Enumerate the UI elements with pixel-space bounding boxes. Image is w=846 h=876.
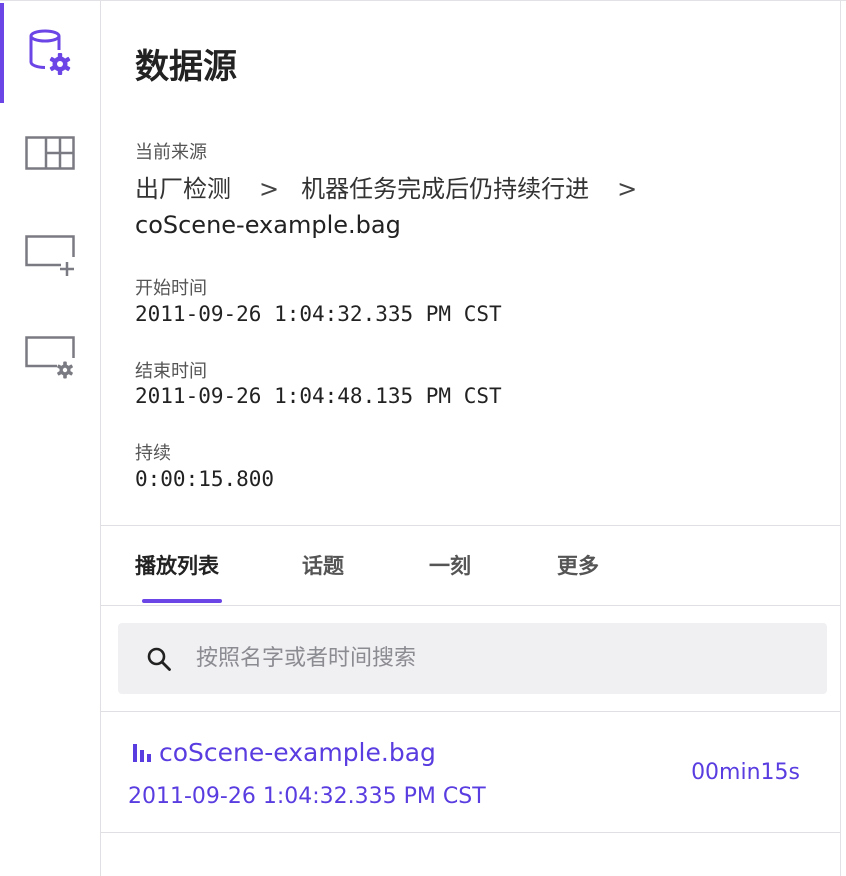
playlist-item-time: 2011-09-26 1:04:32.335 PM CST xyxy=(128,784,486,809)
search-icon xyxy=(147,647,171,671)
search-input[interactable] xyxy=(194,645,758,672)
tab-playlist[interactable]: 播放列表 xyxy=(135,550,219,580)
playlist-item-duration: 00min15s xyxy=(691,760,800,785)
start-time-value: 2011-09-26 1:04:32.335 PM CST xyxy=(135,302,502,326)
panel-settings-icon xyxy=(25,336,75,380)
breadcrumb: 出厂检测 > 机器任务完成后仍持续行进 > xyxy=(135,169,659,204)
current-source-label: 当前来源 xyxy=(135,142,207,163)
search-box xyxy=(118,623,827,694)
add-panel-icon xyxy=(25,235,75,277)
sidebar-rail xyxy=(0,1,101,876)
database-settings-icon xyxy=(26,28,74,78)
divider xyxy=(101,525,840,526)
rail-item-add-panel[interactable] xyxy=(0,206,100,306)
divider xyxy=(101,832,840,833)
bar-chart-icon xyxy=(133,743,151,762)
tab-moments[interactable]: 一刻 xyxy=(429,550,471,580)
rail-item-data-source[interactable] xyxy=(0,3,100,103)
chevron-right-icon: > xyxy=(617,175,638,203)
playlist-item-name: coScene-example.bag xyxy=(159,738,436,767)
breadcrumb-record[interactable]: 机器任务完成后仍持续行进 xyxy=(301,175,589,203)
tab-bar: 播放列表 话题 一刻 更多 xyxy=(101,528,840,604)
divider xyxy=(101,605,840,606)
layout-grid-icon xyxy=(25,136,75,170)
rail-item-panel-settings[interactable] xyxy=(0,308,100,408)
end-time-value: 2011-09-26 1:04:48.135 PM CST xyxy=(135,384,502,408)
playlist-item[interactable]: coScene-example.bag 2011-09-26 1:04:32.3… xyxy=(101,712,840,832)
data-source-panel: 数据源 当前来源 出厂检测 > 机器任务完成后仍持续行进 > coScene-exam… xyxy=(101,1,841,876)
end-time-label: 结束时间 xyxy=(135,361,207,382)
app-frame: 数据源 当前来源 出厂检测 > 机器任务完成后仍持续行进 > coScene-exam… xyxy=(0,0,846,876)
playlist-item-title: coScene-example.bag xyxy=(131,738,436,767)
duration-value: 0:00:15.800 xyxy=(135,467,275,491)
start-time-label: 开始时间 xyxy=(135,278,207,299)
chevron-right-icon: > xyxy=(259,175,280,203)
duration-label: 持续 xyxy=(135,443,171,464)
breadcrumb-project[interactable]: 出厂检测 xyxy=(135,175,231,203)
tab-more[interactable]: 更多 xyxy=(557,550,599,580)
active-tab-indicator xyxy=(142,599,222,603)
page-title: 数据源 xyxy=(135,47,237,87)
source-filename: coScene-example.bag xyxy=(135,211,401,239)
tab-topics[interactable]: 话题 xyxy=(302,550,344,580)
rail-item-layouts[interactable] xyxy=(0,103,100,203)
